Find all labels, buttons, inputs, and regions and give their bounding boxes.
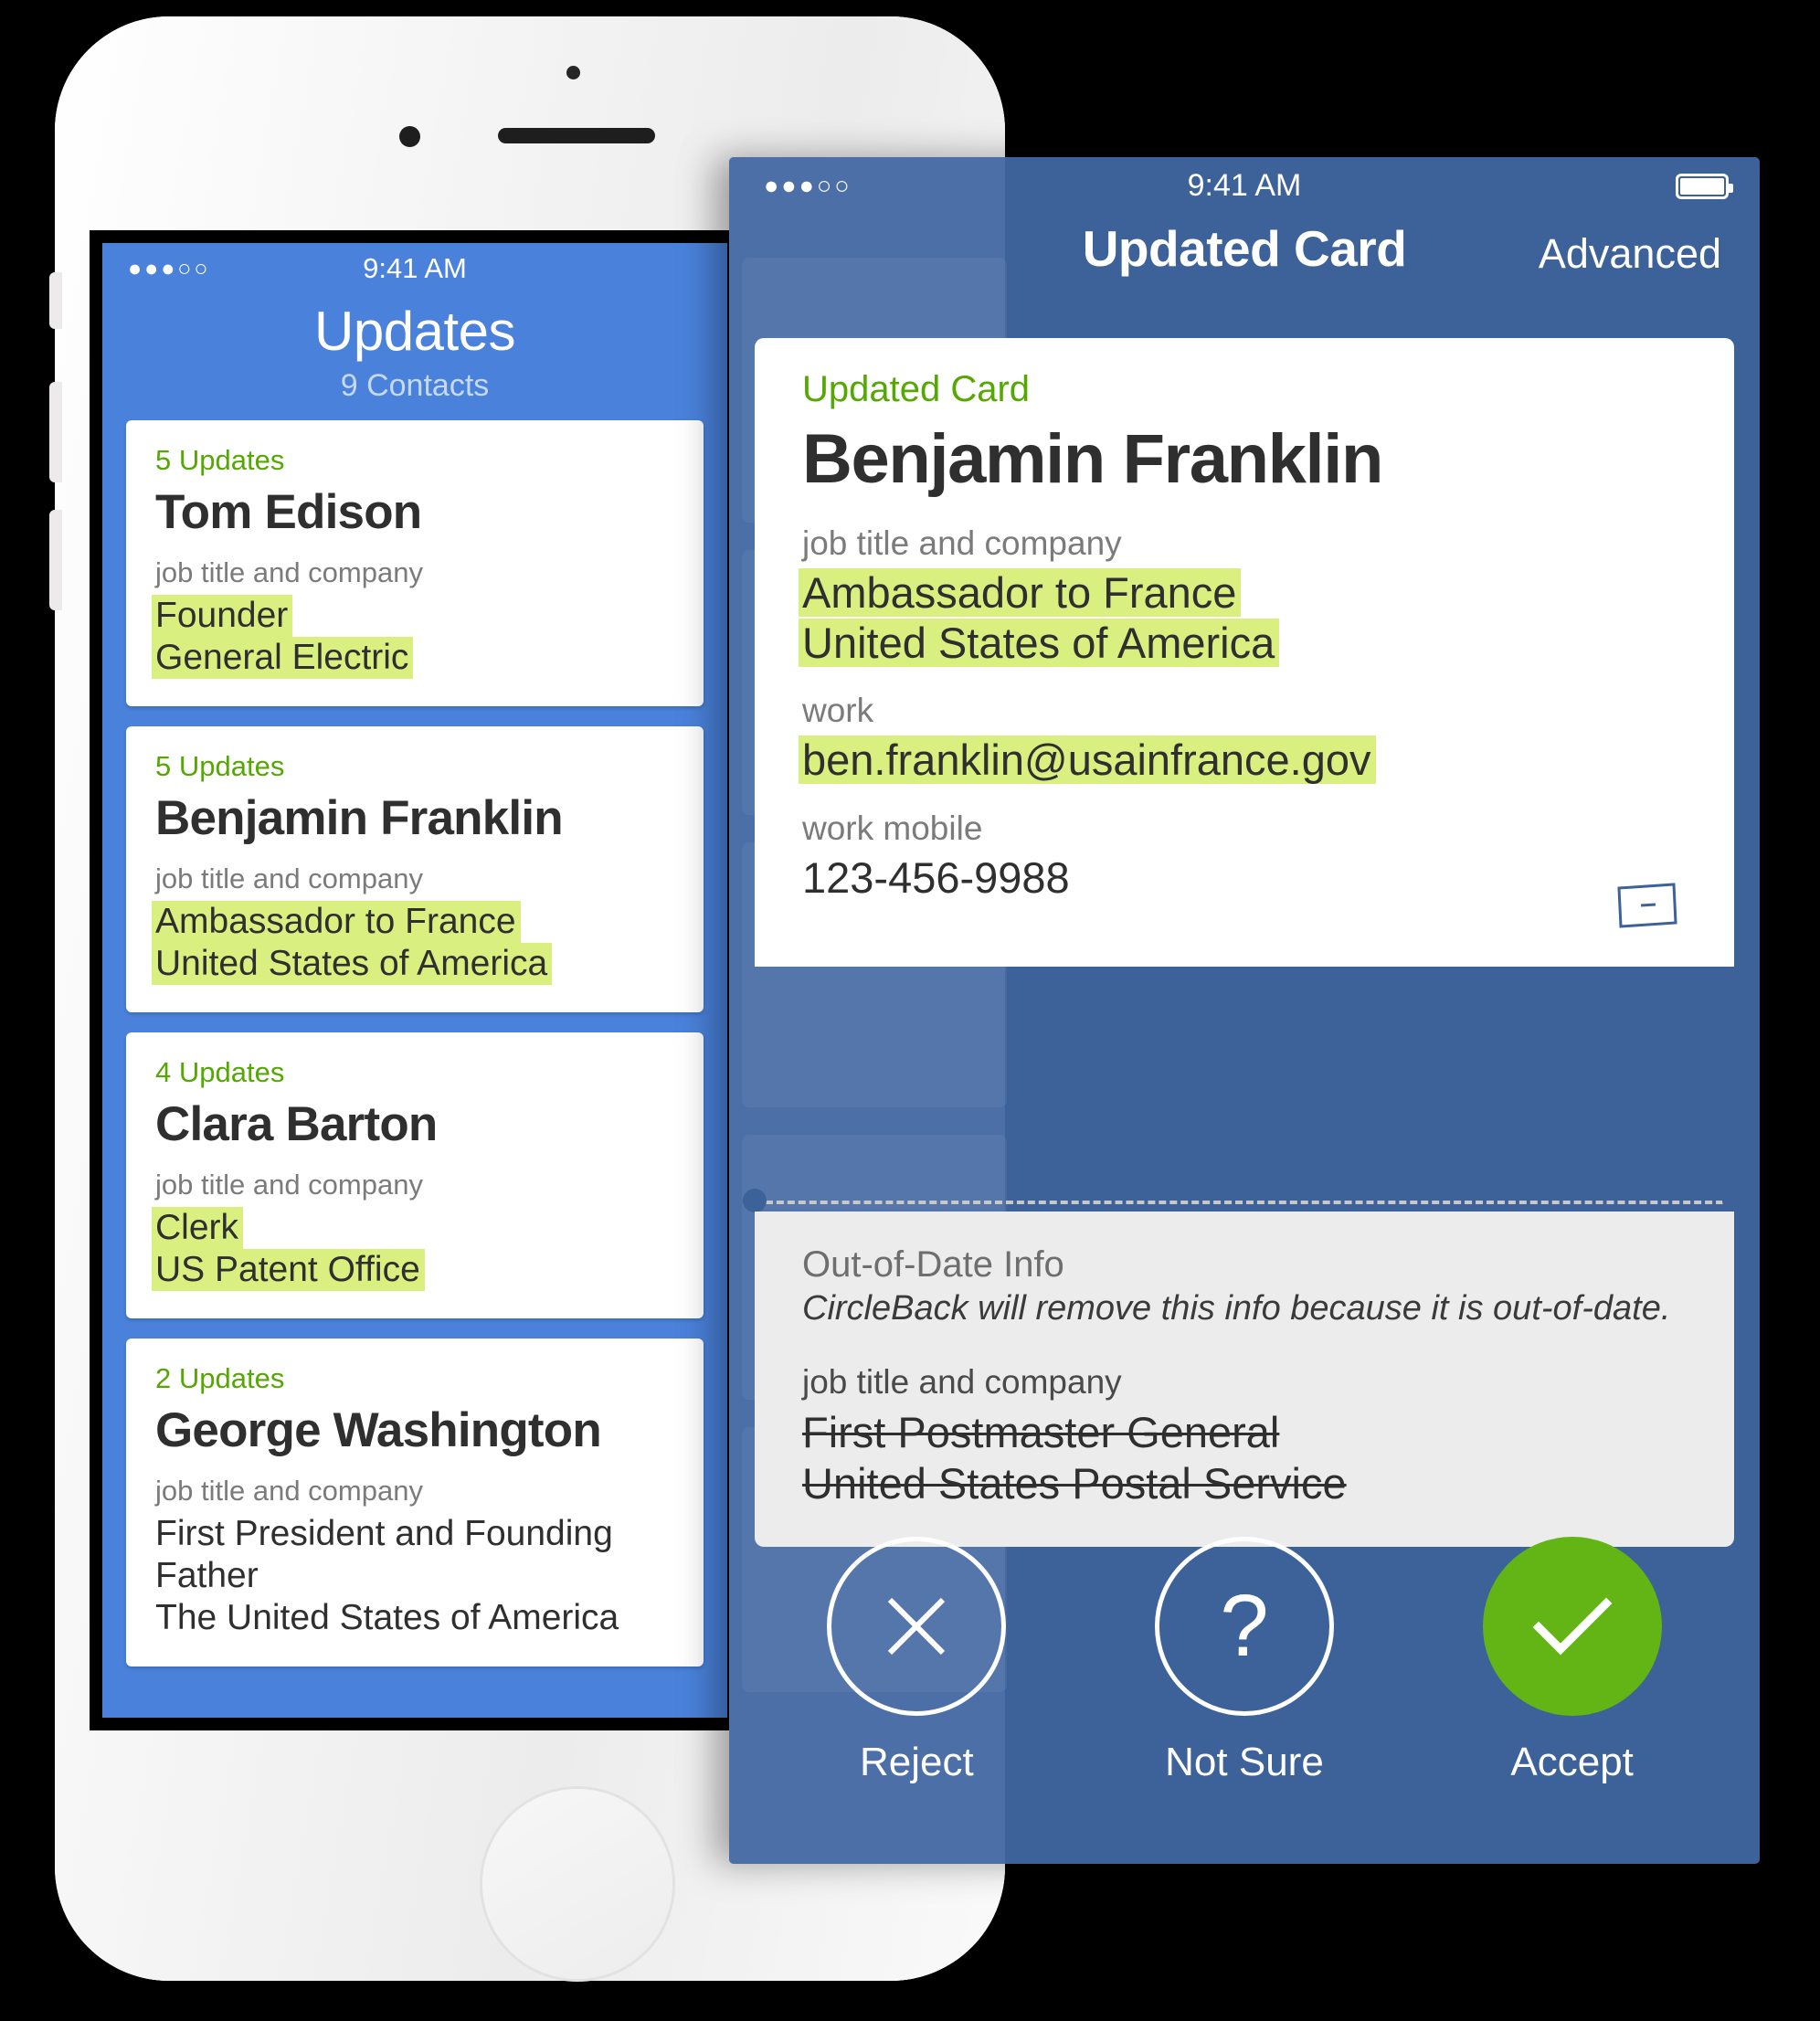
out-of-date-title: Out-of-Date Info	[802, 1244, 1064, 1285]
contact-name: Benjamin Franklin	[155, 791, 564, 846]
field-label: job title and company	[155, 556, 423, 588]
front-nav-bar: Updated Card Advanced	[729, 217, 1760, 305]
back-status-bar: ●●●○○ 9:41 AM	[102, 243, 727, 296]
list-item[interactable]: 5 Updates Benjamin Franklin job title an…	[126, 726, 704, 1013]
contact-name: Tom Edison	[155, 485, 422, 539]
field-label: job title and company	[802, 524, 1122, 562]
reject-button[interactable]: Reject	[779, 1537, 1053, 1785]
list-item[interactable]: 2 Updates George Washington job title an…	[126, 1339, 704, 1667]
update-count-badge: 4 Updates	[155, 1056, 285, 1089]
field-value-line2: The United States of America	[155, 1598, 619, 1638]
accept-label: Accept	[1510, 1740, 1634, 1784]
proximity-sensor-icon	[566, 66, 580, 79]
field-value-line2: United States of America	[802, 618, 1275, 667]
field-value-line1: Ambassador to France	[155, 901, 516, 944]
front-camera-icon	[399, 126, 420, 147]
field-group-work-mobile: work mobile 123-456-9988	[802, 809, 1687, 904]
action-bar: Reject ? Not Sure Accept	[729, 1537, 1760, 1785]
updates-list[interactable]: 5 Updates Tom Edison job title and compa…	[102, 404, 727, 1667]
home-button[interactable]	[482, 1789, 672, 1979]
updated-card-kicker: Updated Card	[802, 369, 1031, 409]
contact-name: Clara Barton	[155, 1097, 438, 1152]
field-label: job title and company	[155, 862, 423, 895]
silent-switch[interactable]	[49, 272, 62, 329]
field-value-line2: United States of America	[155, 943, 548, 986]
removed-value-line1: First Postmaster General	[802, 1408, 1280, 1456]
contact-name: George Washington	[155, 1403, 602, 1458]
not-sure-label: Not Sure	[1165, 1740, 1324, 1784]
perforation-notch-left	[743, 1189, 767, 1212]
field-label: work mobile	[802, 809, 983, 847]
card-icon	[1617, 883, 1677, 928]
accept-button[interactable]: Accept	[1435, 1537, 1709, 1785]
field-value-line1: Clerk	[155, 1207, 239, 1250]
advanced-button[interactable]: Advanced	[1539, 230, 1721, 278]
field-value-email: ben.franklin@usainfrance.gov	[802, 735, 1371, 785]
front-status-bar: ●●●○○ 9:41 AM	[729, 157, 1760, 217]
screenshot-root: ●●●○○ 9:41 AM Updates 9 Contacts 5 Updat…	[0, 0, 1820, 2021]
field-value-line1: Founder	[155, 595, 289, 638]
list-item[interactable]: 5 Updates Tom Edison job title and compa…	[126, 420, 704, 707]
list-item[interactable]: 4 Updates Clara Barton job title and com…	[126, 1032, 704, 1319]
field-label: job title and company	[155, 1169, 423, 1201]
check-icon-glyph	[1532, 1597, 1613, 1656]
field-group-work: work ben.franklin@usainfrance.gov	[802, 692, 1687, 786]
updated-card-panel: Updated Card Benjamin Franklin job title…	[755, 338, 1734, 968]
field-value-line2: US Patent Office	[155, 1249, 420, 1292]
front-phone-screen: ●●●○○ 9:41 AM Updated Card Advanced Upda…	[729, 157, 1760, 1864]
update-count-badge: 5 Updates	[155, 444, 285, 476]
volume-up-button[interactable]	[49, 382, 62, 482]
field-value-phone: 123-456-9988	[802, 852, 1070, 902]
field-value-line1: First President and Founding Father	[155, 1514, 613, 1596]
close-icon-glyph	[888, 1597, 946, 1656]
contact-name: Benjamin Franklin	[802, 420, 1383, 498]
status-clock: 9:41 AM	[363, 252, 467, 284]
not-sure-button[interactable]: ? Not Sure	[1107, 1537, 1381, 1785]
back-nav-bar: Updates 9 Contacts	[102, 296, 727, 404]
status-clock: 9:41 AM	[1187, 168, 1302, 203]
field-group-job: job title and company Ambassador to Fran…	[802, 524, 1687, 668]
perforation-divider	[755, 1201, 1734, 1204]
contacts-count: 9 Contacts	[340, 368, 490, 403]
question-icon-glyph: ?	[1220, 1577, 1269, 1675]
update-count-badge: 5 Updates	[155, 750, 285, 783]
earpiece-speaker	[498, 128, 655, 143]
reject-label: Reject	[859, 1740, 974, 1784]
update-count-badge: 2 Updates	[155, 1362, 285, 1395]
check-icon[interactable]	[1482, 1537, 1662, 1716]
volume-down-button[interactable]	[49, 510, 62, 610]
battery-icon	[1676, 174, 1733, 199]
out-of-date-panel: Out-of-Date Info CircleBack will remove …	[755, 1212, 1734, 1547]
page-title: Updates	[314, 301, 515, 362]
out-of-date-subtitle: CircleBack will remove this info because…	[802, 1289, 1671, 1328]
field-label: job title and company	[802, 1363, 1122, 1401]
perforation-notch-right	[1722, 1189, 1746, 1212]
field-value-line2: General Electric	[155, 637, 409, 680]
field-label: job title and company	[155, 1475, 423, 1508]
back-phone-screen: ●●●○○ 9:41 AM Updates 9 Contacts 5 Updat…	[90, 230, 740, 1730]
close-icon[interactable]	[827, 1537, 1007, 1716]
field-value-line1: Ambassador to France	[802, 568, 1237, 617]
field-label: work	[802, 692, 874, 730]
question-icon[interactable]: ?	[1154, 1537, 1334, 1716]
removed-value-line2: United States Postal Service	[802, 1459, 1347, 1508]
